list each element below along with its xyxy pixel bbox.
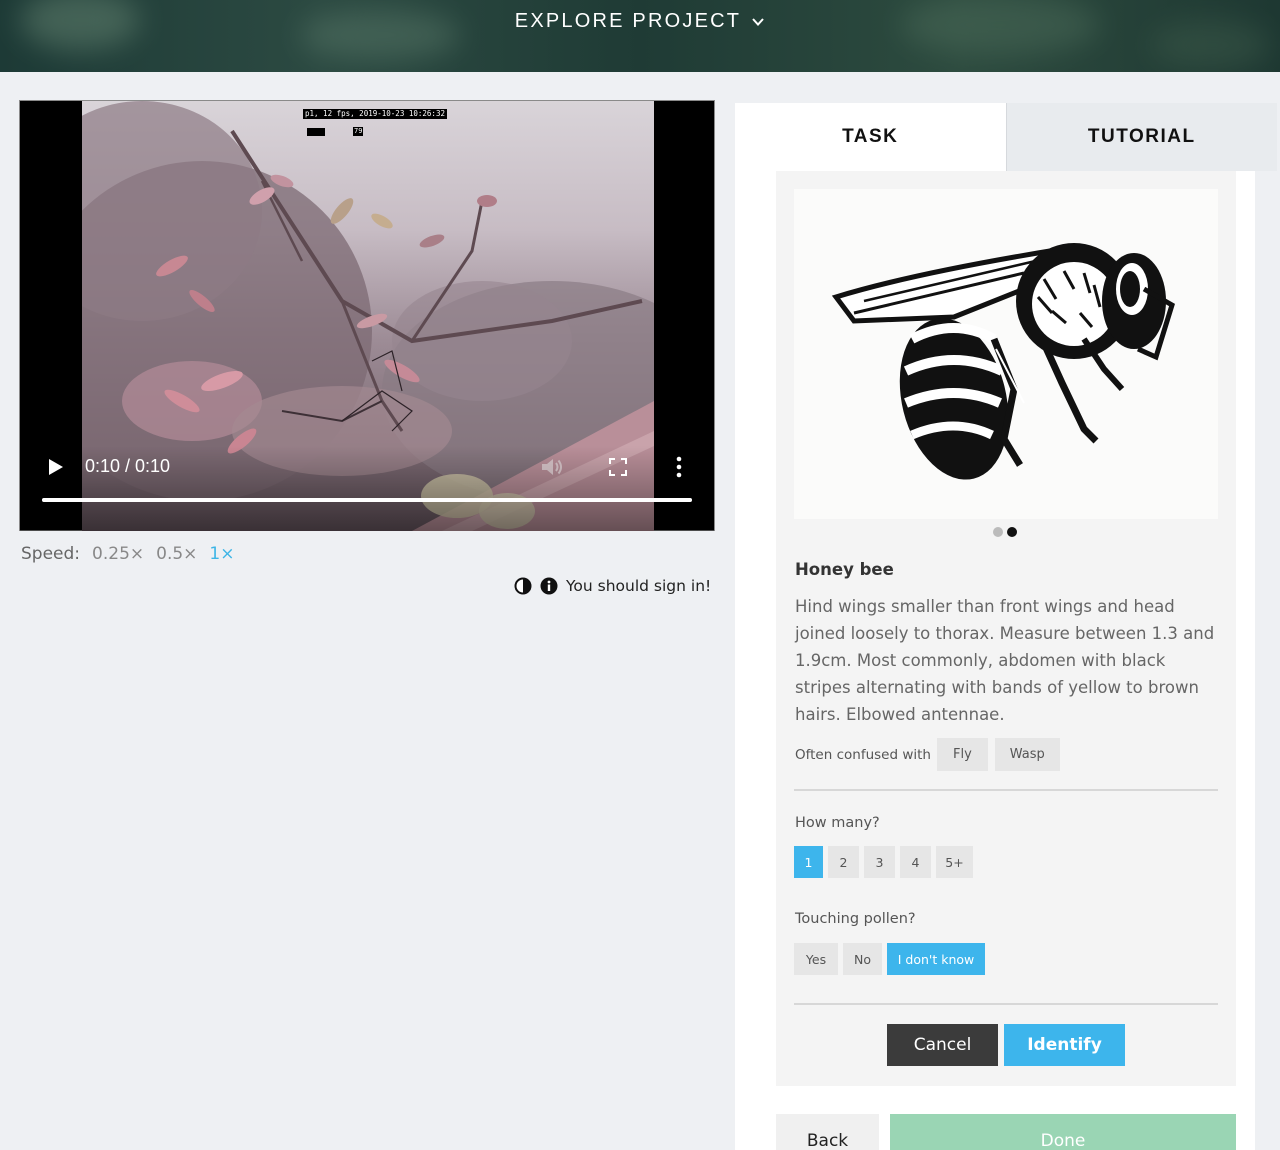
volume-icon[interactable] (540, 457, 564, 477)
video-player[interactable]: p1, 12 fps, 2019-10-23 10:26:32 79 0:10 … (19, 100, 715, 531)
tab-task[interactable]: TASK (735, 103, 1006, 171)
contrast-icon[interactable] (514, 577, 532, 595)
species-illustration[interactable] (794, 189, 1218, 519)
how-many-option-1[interactable]: 1 (794, 846, 823, 878)
chevron-down-icon (752, 17, 764, 26)
honey-bee-image (831, 243, 1175, 480)
how-many-options: 1 2 3 4 5+ (794, 846, 973, 878)
play-icon[interactable] (48, 458, 64, 476)
done-button[interactable]: Done (890, 1114, 1236, 1150)
identify-button[interactable]: Identify (1004, 1024, 1125, 1066)
sign-in-notice: You should sign in! (514, 577, 711, 595)
video-overlay-bar (307, 128, 325, 136)
pollen-option-no[interactable]: No (843, 943, 882, 975)
more-options-icon[interactable] (675, 456, 683, 478)
back-button[interactable]: Back (776, 1114, 879, 1150)
video-frame-number: 79 (353, 127, 364, 136)
fullscreen-icon[interactable] (609, 458, 627, 476)
explore-project-menu[interactable]: EXPLORE PROJECT (0, 10, 1280, 33)
speed-label: Speed: (21, 544, 81, 564)
species-name: Honey bee (795, 560, 894, 579)
speed-option-1[interactable]: 1× (209, 544, 234, 564)
confused-with-row: Often confused with Fly Wasp (795, 738, 1060, 771)
pollen-option-yes[interactable]: Yes (794, 943, 838, 975)
video-progress-bar[interactable] (42, 498, 692, 502)
sign-in-text[interactable]: You should sign in! (566, 577, 711, 595)
divider (794, 1003, 1218, 1005)
video-timestamp-overlay: p1, 12 fps, 2019-10-23 10:26:32 (303, 109, 447, 119)
top-header: EXPLORE PROJECT (0, 0, 1280, 72)
carousel-dot-active[interactable] (1007, 527, 1017, 537)
how-many-label: How many? (795, 815, 880, 831)
speed-option-0-25[interactable]: 0.25× (92, 544, 144, 564)
info-icon[interactable] (540, 577, 558, 595)
cancel-button[interactable]: Cancel (887, 1024, 998, 1066)
how-many-option-3[interactable]: 3 (864, 846, 895, 878)
speed-option-0-5[interactable]: 0.5× (156, 544, 197, 564)
species-panel: Honey bee Hind wings smaller than front … (776, 171, 1236, 1086)
explore-project-label: EXPLORE PROJECT (514, 10, 742, 32)
confused-with-fly[interactable]: Fly (936, 738, 988, 771)
video-progress-fill (42, 498, 692, 502)
video-time: 0:10 / 0:10 (85, 456, 171, 476)
confused-with-wasp[interactable]: Wasp (994, 738, 1060, 771)
tab-tutorial[interactable]: TUTORIAL (1005, 103, 1277, 171)
carousel-dot[interactable] (993, 527, 1003, 537)
touching-pollen-options: Yes No I don't know (794, 943, 985, 975)
divider (794, 789, 1218, 791)
how-many-option-5plus[interactable]: 5+ (936, 846, 973, 878)
touching-pollen-label: Touching pollen? (795, 911, 916, 927)
task-tabs: TASK TUTORIAL (735, 103, 1277, 171)
playback-speed: Speed: 0.25× 0.5× 1× (21, 544, 234, 564)
how-many-option-4[interactable]: 4 (900, 846, 931, 878)
how-many-option-2[interactable]: 2 (828, 846, 859, 878)
confused-with-label: Often confused with (795, 746, 931, 763)
species-description: Hind wings smaller than front wings and … (795, 597, 1215, 724)
pollen-option-dont-know[interactable]: I don't know (887, 943, 985, 975)
image-carousel-dots (993, 527, 1017, 537)
